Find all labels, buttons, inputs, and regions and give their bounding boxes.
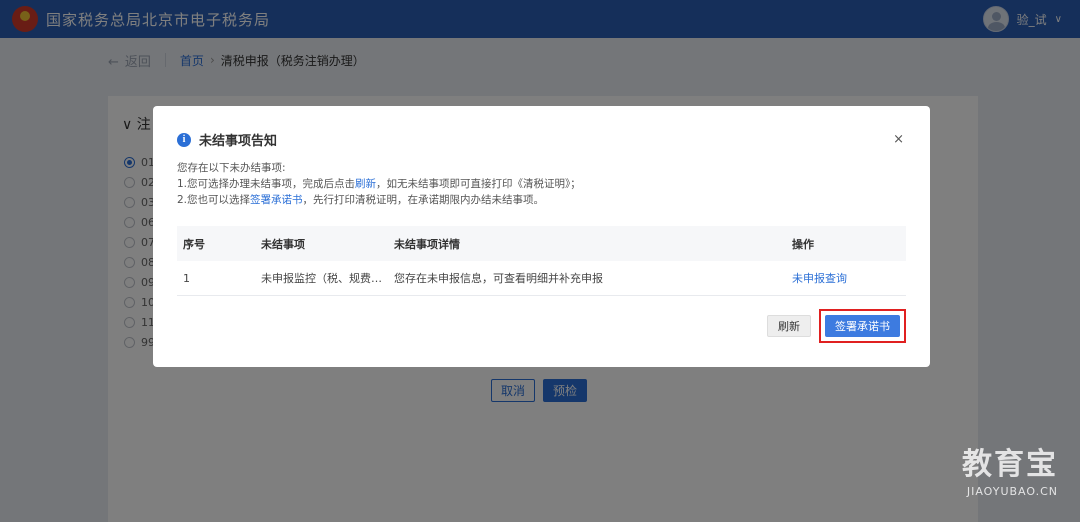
notice-text: ，先行打印清税证明，在承诺期限内办结未结事项。 — [302, 194, 545, 206]
notice-line-2: 1.您可选择办理未结事项，完成后点击刷新，如无未结事项即可直接打印《清税证明》； — [177, 176, 581, 192]
refresh-button[interactable]: 刷新 — [767, 315, 811, 337]
watermark-main: 教育宝 — [962, 447, 1058, 482]
unfiled-query-link[interactable]: 未申报查询 — [792, 270, 906, 286]
notice-line-1: 您存在以下未办结事项: — [177, 162, 286, 174]
notice-text: 1.您可选择办理未结事项，完成后点击 — [177, 178, 356, 190]
notice-text: 2.您也可以选择 — [177, 194, 251, 206]
table-cell: 您存在未申报信息，可查看明细并补充申报 — [394, 272, 603, 285]
info-icon: i — [177, 132, 191, 147]
pending-items-dialog: i 未结事项告知 × 您存在以下未办结事项: 1.您可选择办理未结事项，完成后点… — [153, 106, 930, 367]
notice-text: ，如无未结事项即可直接打印《清税证明》； — [376, 178, 581, 190]
column-header: 序号 — [183, 237, 205, 251]
pending-items-table: 序号 未结事项 未结事项详情 操作 1 未申报监控（税、规费… 您存在未申报信息… — [177, 226, 906, 296]
watermark: 教育宝 JIAOYUBAO.CN — [962, 439, 1058, 498]
watermark-sub: JIAOYUBAO.CN — [966, 485, 1058, 498]
sign-commitment-link[interactable]: 签署承诺书 — [250, 194, 303, 206]
table-cell: 1 — [183, 271, 190, 285]
column-header: 未结事项详情 — [394, 237, 460, 251]
dialog-footer: 刷新 签署承诺书 — [767, 309, 906, 343]
dialog-header: i 未结事项告知 — [177, 130, 277, 149]
table-header: 序号 未结事项 未结事项详情 操作 — [177, 226, 906, 261]
dialog-title: 未结事项告知 — [199, 134, 278, 149]
refresh-link[interactable]: 刷新 — [355, 178, 376, 190]
notice-line-3: 2.您也可以选择签署承诺书，先行打印清税证明，在承诺期限内办结未结事项。 — [177, 192, 581, 208]
dialog-notice: 您存在以下未办结事项: 1.您可选择办理未结事项，完成后点击刷新，如无未结事项即… — [177, 160, 581, 208]
table-row: 1 未申报监控（税、规费… 您存在未申报信息，可查看明细并补充申报 未申报查询 — [177, 261, 906, 296]
sign-commitment-button[interactable]: 签署承诺书 — [825, 315, 900, 337]
highlight-box: 签署承诺书 — [819, 309, 906, 343]
column-header: 未结事项 — [261, 237, 305, 251]
close-icon[interactable]: × — [893, 132, 904, 147]
column-header: 操作 — [792, 237, 814, 251]
table-cell: 未申报监控（税、规费… — [261, 272, 382, 285]
